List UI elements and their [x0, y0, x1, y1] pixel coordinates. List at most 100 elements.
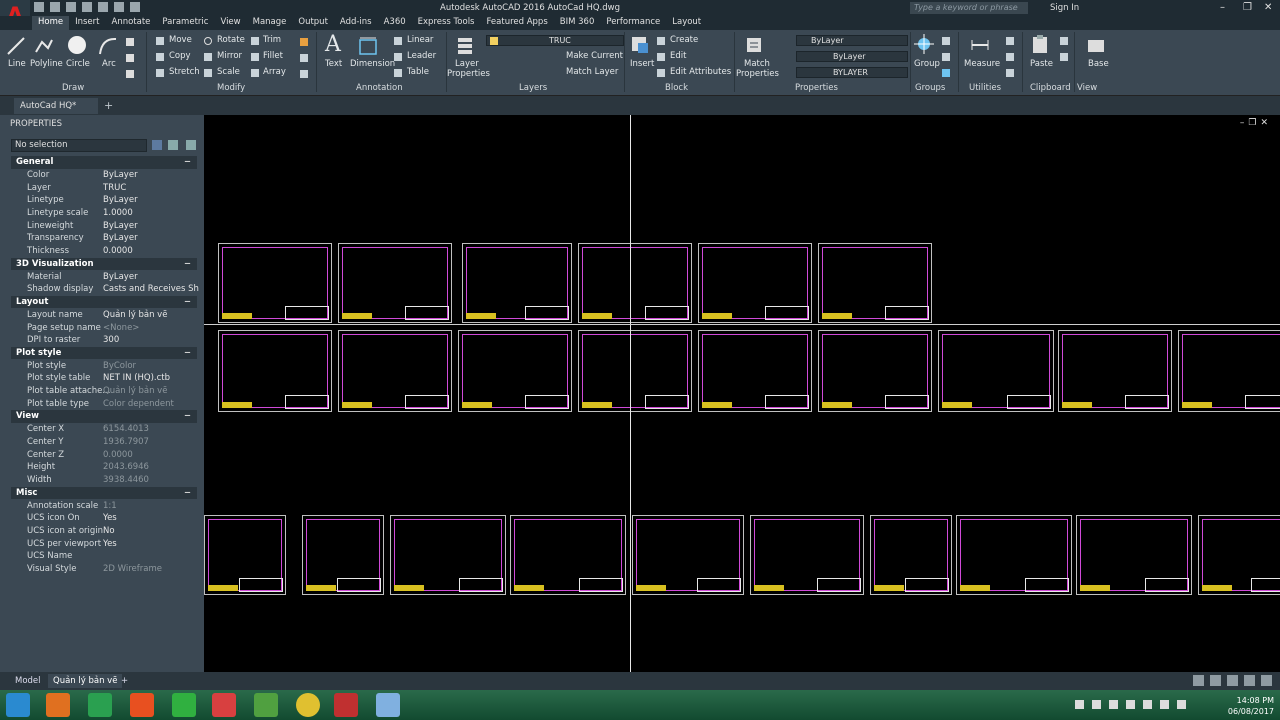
- layout-sheet-thumbnail[interactable]: [870, 515, 952, 595]
- layout-sheet-thumbnail[interactable]: [818, 243, 932, 323]
- tab-a360[interactable]: A360: [378, 16, 412, 30]
- property-value[interactable]: No: [103, 525, 199, 538]
- utility-icon[interactable]: [1006, 37, 1014, 45]
- group-selection-icon[interactable]: [942, 69, 950, 77]
- tray-icon[interactable]: [1126, 700, 1135, 709]
- tab-layout-quan-ly[interactable]: Quản lý bản vẽ: [48, 674, 123, 688]
- stretch-button[interactable]: Stretch: [169, 67, 200, 77]
- layout-sheet-thumbnail[interactable]: [956, 515, 1072, 595]
- dimension-icon[interactable]: [358, 36, 378, 56]
- polyline-icon[interactable]: [34, 36, 54, 56]
- section-header[interactable]: Plot style −: [11, 346, 197, 360]
- tray-icon[interactable]: [1109, 700, 1118, 709]
- section-header[interactable]: View −: [11, 410, 197, 423]
- collapse-icon[interactable]: −: [184, 258, 191, 271]
- property-value[interactable]: 6154.4013: [103, 423, 199, 436]
- property-value[interactable]: Quản lý bản vẽ: [103, 385, 199, 398]
- paste-icon[interactable]: [1030, 34, 1050, 54]
- panel-draw[interactable]: Draw: [62, 83, 84, 93]
- property-row[interactable]: Center Y 1936.7907: [11, 436, 197, 449]
- property-row[interactable]: Plot table type Color dependent: [11, 398, 197, 411]
- tray-icon[interactable]: [1143, 700, 1152, 709]
- hatch-icon[interactable]: [126, 54, 134, 62]
- layout-sheet-thumbnail[interactable]: [1076, 515, 1192, 595]
- layout-sheet-thumbnail[interactable]: [818, 330, 932, 412]
- layout-sheet-thumbnail[interactable]: [698, 243, 812, 323]
- tab-bim-360[interactable]: BIM 360: [554, 16, 601, 30]
- scale-button[interactable]: Scale: [217, 67, 240, 77]
- property-row[interactable]: Annotation scale 1:1: [11, 500, 197, 513]
- property-row[interactable]: Thickness 0.0000: [11, 245, 197, 258]
- sign-in-link[interactable]: Sign In: [1050, 3, 1079, 13]
- layout-sheet-thumbnail[interactable]: [462, 243, 572, 323]
- text-button[interactable]: Text: [325, 59, 342, 69]
- tab-model[interactable]: Model: [10, 674, 46, 688]
- panel-view[interactable]: View: [1077, 83, 1097, 93]
- create-block-button[interactable]: Create: [670, 35, 698, 45]
- panel-block[interactable]: Block: [665, 83, 688, 93]
- property-row[interactable]: Width 3938.4460: [11, 474, 197, 487]
- layout-sheet-thumbnail[interactable]: [1198, 515, 1280, 595]
- property-row[interactable]: Layout name Quản lý bản vẽ: [11, 309, 197, 322]
- paste-button[interactable]: Paste: [1030, 59, 1053, 69]
- offset-icon[interactable]: [300, 70, 308, 78]
- section-header[interactable]: 3D Visualization −: [11, 257, 197, 271]
- match-properties-button[interactable]: Match: [744, 59, 770, 69]
- tray-icon[interactable]: [1160, 700, 1169, 709]
- layout-sheet-thumbnail[interactable]: [1058, 330, 1172, 412]
- property-row[interactable]: Visual Style 2D Wireframe: [11, 563, 197, 576]
- document-tab[interactable]: AutoCad HQ*: [14, 98, 98, 114]
- property-row[interactable]: Lineweight ByLayer: [11, 220, 197, 233]
- taskbar-app-icon[interactable]: [254, 693, 278, 717]
- move-button[interactable]: Move: [169, 35, 192, 45]
- tab-express-tools[interactable]: Express Tools: [412, 16, 481, 30]
- property-value[interactable]: ByColor: [103, 360, 199, 373]
- leader-button[interactable]: Leader: [407, 51, 436, 61]
- line-icon[interactable]: [6, 36, 26, 56]
- taskbar-app-icon[interactable]: [212, 693, 236, 717]
- property-value[interactable]: ByLayer: [103, 169, 199, 182]
- property-value[interactable]: ByLayer: [103, 232, 199, 245]
- layout-sheet-thumbnail[interactable]: [390, 515, 506, 595]
- property-value[interactable]: Yes: [103, 538, 199, 551]
- property-value[interactable]: 3938.4460: [103, 474, 199, 487]
- arc-icon[interactable]: [98, 36, 118, 56]
- collapse-icon[interactable]: −: [184, 410, 191, 423]
- start-button[interactable]: [6, 693, 30, 717]
- tab-parametric[interactable]: Parametric: [156, 16, 214, 30]
- line-button[interactable]: Line: [8, 59, 26, 69]
- panel-groups[interactable]: Groups: [915, 83, 945, 93]
- panel-modify[interactable]: Modify: [217, 83, 245, 93]
- property-row[interactable]: Linetype scale 1.0000: [11, 207, 197, 220]
- layout-sheet-thumbnail[interactable]: [698, 330, 812, 412]
- property-row[interactable]: Center X 6154.4013: [11, 423, 197, 436]
- array-button[interactable]: Array: [263, 67, 286, 77]
- layout-sheet-thumbnail[interactable]: [302, 515, 384, 595]
- circle-button[interactable]: Circle: [66, 59, 90, 69]
- layout-sheet-thumbnail[interactable]: [632, 515, 744, 595]
- property-value[interactable]: <None>: [103, 322, 199, 335]
- property-value[interactable]: NET IN (HQ).ctb: [103, 372, 199, 385]
- tab-featured-apps[interactable]: Featured Apps: [481, 16, 554, 30]
- erase-icon[interactable]: [300, 38, 308, 46]
- polyline-button[interactable]: Polyline: [30, 59, 63, 69]
- layout-sheet-thumbnail[interactable]: [578, 330, 692, 412]
- copy-clip-icon[interactable]: [1060, 53, 1068, 61]
- property-row[interactable]: Page setup name <None>: [11, 322, 197, 335]
- new-tab-icon[interactable]: +: [104, 99, 113, 112]
- tray-icon[interactable]: [1075, 700, 1084, 709]
- tab-add-ins[interactable]: Add-ins: [334, 16, 378, 30]
- property-row[interactable]: Layer TRUC: [11, 182, 197, 195]
- taskbar-app-icon[interactable]: [130, 693, 154, 717]
- layout-sheet-thumbnail[interactable]: [458, 330, 572, 412]
- base-button[interactable]: Base: [1088, 59, 1109, 69]
- match-properties-icon[interactable]: [744, 35, 764, 55]
- tab-layout[interactable]: Layout: [666, 16, 707, 30]
- section-header[interactable]: Misc −: [11, 486, 197, 500]
- make-current-button[interactable]: Make Current: [566, 51, 623, 61]
- toggle-pickadd-icon[interactable]: [152, 140, 162, 150]
- property-row[interactable]: UCS per viewport Yes: [11, 538, 197, 551]
- layout-sheet-thumbnail[interactable]: [938, 330, 1054, 412]
- quick-select-icon[interactable]: [186, 140, 196, 150]
- cut-icon[interactable]: [1060, 37, 1068, 45]
